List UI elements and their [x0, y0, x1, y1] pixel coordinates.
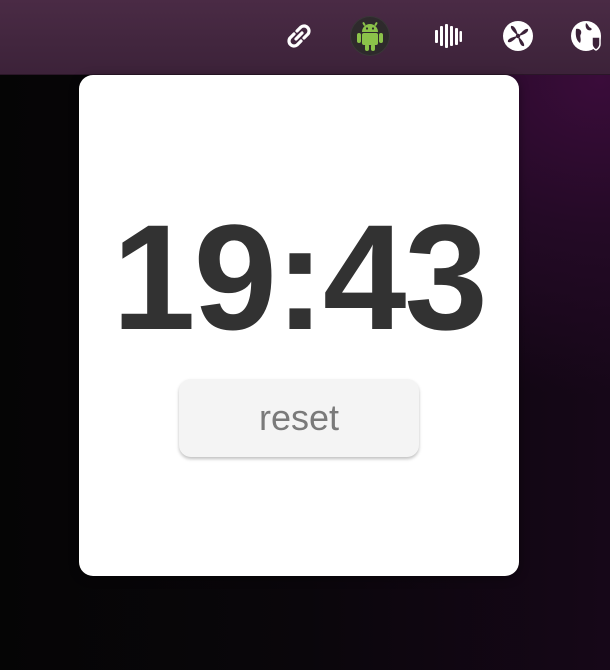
- timer-display: 19:43: [112, 193, 488, 361]
- link-icon[interactable]: [279, 16, 319, 56]
- reset-button[interactable]: reset: [179, 379, 419, 457]
- fan-icon[interactable]: [498, 16, 538, 56]
- android-icon[interactable]: [350, 16, 390, 56]
- timer-popup: 19:43 reset: [79, 75, 519, 576]
- globe-icon[interactable]: [567, 16, 607, 56]
- bars-icon[interactable]: [428, 16, 468, 56]
- menu-bar: [0, 0, 610, 75]
